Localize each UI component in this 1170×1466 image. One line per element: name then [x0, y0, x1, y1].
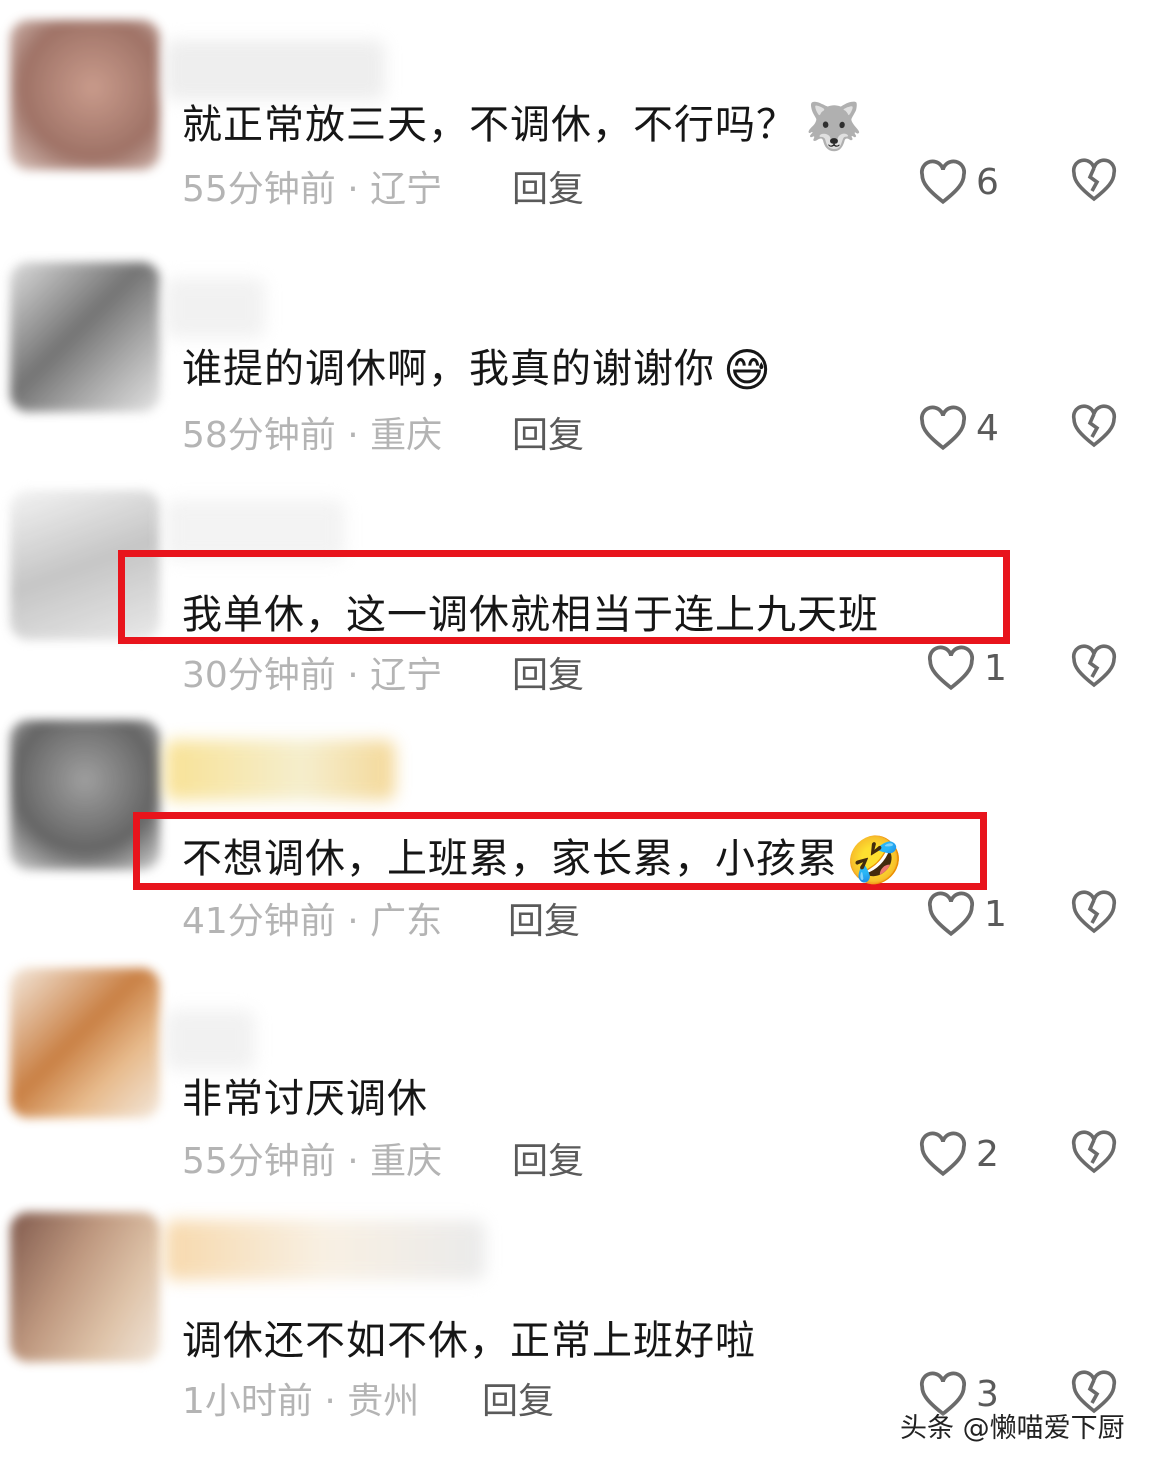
blurred-username — [165, 278, 265, 338]
wolf-emoji-icon: 🐺 — [805, 99, 864, 153]
dislike-button[interactable] — [1070, 403, 1120, 453]
like-button[interactable]: 2 — [918, 1129, 999, 1179]
dislike-button[interactable] — [1070, 889, 1120, 939]
reply-button[interactable]: 回复 — [508, 892, 580, 944]
heart-icon — [919, 159, 967, 205]
like-button[interactable]: 1 — [926, 643, 1007, 693]
like-count: 6 — [976, 161, 999, 203]
heart-icon — [919, 405, 967, 451]
comment-meta: 1小时前 · 贵州 — [182, 1381, 420, 1422]
like-count: 1 — [984, 893, 1007, 935]
reply-button[interactable]: 回复 — [512, 406, 584, 458]
broken-heart-icon — [1071, 644, 1117, 688]
comment-text: 调休还不如不休，正常上班好啦 — [182, 1318, 756, 1364]
like-count: 1 — [984, 647, 1007, 689]
heart-icon — [927, 891, 975, 937]
sweat-smile-emoji-icon: 😅 — [723, 343, 772, 397]
like-button[interactable]: 4 — [918, 403, 999, 453]
dislike-button[interactable] — [1070, 157, 1120, 207]
heart-icon — [919, 1131, 967, 1177]
broken-heart-icon — [1071, 158, 1117, 202]
like-button[interactable]: 6 — [918, 157, 999, 207]
comment-text: 我单休，这一调休就相当于连上九天班 — [182, 592, 879, 638]
rofl-emoji-icon: 🤣 — [846, 833, 905, 887]
comment-meta: 58分钟前 · 重庆 — [182, 415, 443, 456]
comment-text: 非常讨厌调休 — [182, 1076, 428, 1122]
like-count: 4 — [976, 407, 999, 449]
dislike-button[interactable] — [1070, 1129, 1120, 1179]
comment-text: 就正常放三天，不调休，不行吗？ 🐺 — [182, 99, 864, 153]
blurred-username — [165, 740, 395, 800]
broken-heart-icon — [1071, 890, 1117, 934]
reply-button[interactable]: 回复 — [512, 1132, 584, 1184]
comment-meta: 41分钟前 · 广东 — [182, 901, 443, 942]
avatar[interactable] — [10, 20, 160, 170]
comment-text: 谁提的调休啊，我真的谢谢你 😅 — [182, 343, 772, 397]
comment-text: 不想调休，上班累，家长累，小孩累 🤣 — [182, 833, 905, 887]
blurred-username — [165, 40, 385, 100]
avatar[interactable] — [10, 968, 160, 1118]
comment-meta: 55分钟前 · 重庆 — [182, 1141, 443, 1182]
watermark: 头条 @懒喵爱下厨 — [900, 1413, 1125, 1444]
comment-meta: 55分钟前 · 辽宁 — [182, 169, 443, 210]
reply-button[interactable]: 回复 — [512, 646, 584, 698]
broken-heart-icon — [1071, 1130, 1117, 1174]
like-count: 2 — [976, 1133, 999, 1175]
reply-button[interactable]: 回复 — [482, 1372, 554, 1424]
dislike-button[interactable] — [1070, 643, 1120, 693]
broken-heart-icon — [1071, 404, 1117, 448]
comment-meta: 30分钟前 · 辽宁 — [182, 655, 443, 696]
blurred-username — [165, 1220, 485, 1280]
avatar[interactable] — [10, 1212, 160, 1362]
like-button[interactable]: 1 — [926, 889, 1007, 939]
reply-button[interactable]: 回复 — [512, 160, 584, 212]
avatar[interactable] — [10, 262, 160, 412]
heart-icon — [927, 645, 975, 691]
blurred-username — [165, 1010, 255, 1070]
